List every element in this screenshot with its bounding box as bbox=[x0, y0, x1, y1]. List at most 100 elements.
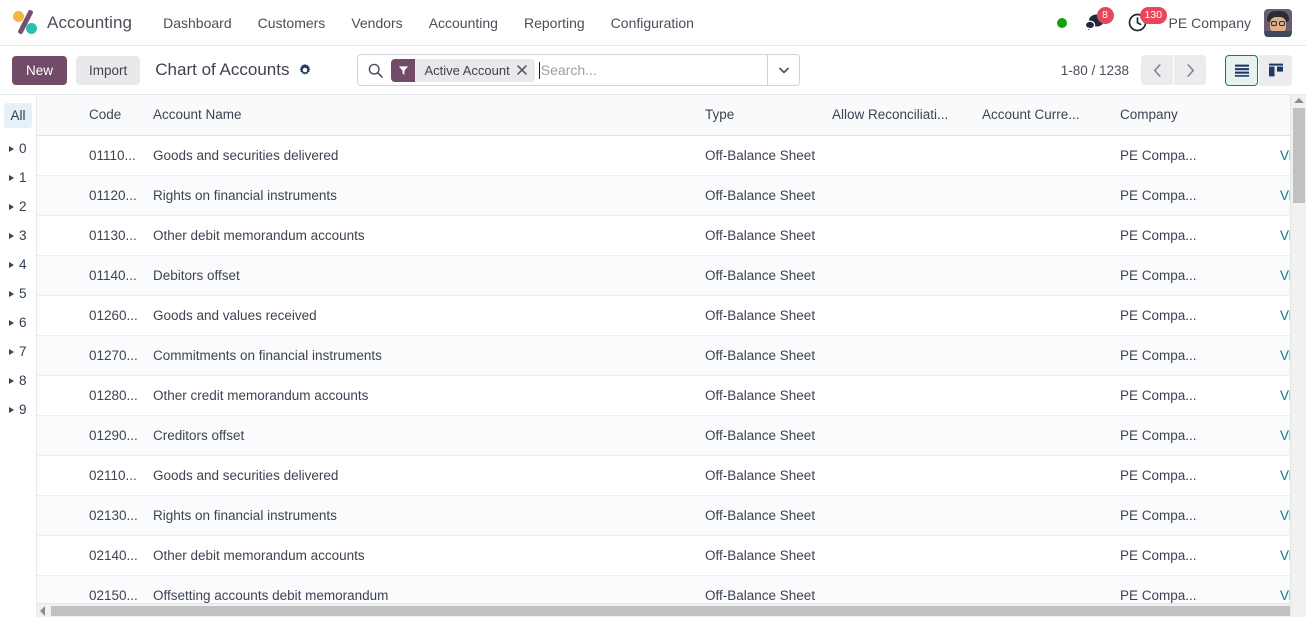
table-row[interactable]: 02130... Rights on financial instruments O… bbox=[37, 495, 1290, 536]
app-name[interactable]: Accounting bbox=[47, 13, 132, 33]
row-select-cell[interactable] bbox=[37, 295, 89, 336]
pager-next-button[interactable] bbox=[1174, 55, 1206, 85]
sidebar-item-9[interactable]: 9 bbox=[0, 395, 36, 424]
cell-view-link[interactable]: View bbox=[1280, 415, 1290, 456]
search-input[interactable] bbox=[539, 62, 768, 78]
table-row[interactable]: 01290... Creditors offset Off-Balance Shee… bbox=[37, 415, 1290, 456]
table-row[interactable]: 01130... Other debit memorandum accounts O… bbox=[37, 215, 1290, 256]
view-link[interactable]: View bbox=[1280, 268, 1290, 283]
view-link[interactable]: View bbox=[1280, 388, 1290, 403]
view-link[interactable]: View bbox=[1280, 548, 1290, 563]
sidebar-item-3[interactable]: 3 bbox=[0, 221, 36, 250]
menu-item-configuration[interactable]: Configuration bbox=[598, 9, 707, 37]
view-link[interactable]: View bbox=[1280, 508, 1290, 523]
scroll-left-arrow-icon[interactable] bbox=[40, 605, 45, 616]
user-avatar[interactable] bbox=[1264, 8, 1292, 37]
table-row[interactable]: 01260... Goods and values received Off-Bal… bbox=[37, 295, 1290, 336]
row-select-cell[interactable] bbox=[37, 255, 89, 296]
column-header-account-name[interactable]: Account Name bbox=[153, 95, 705, 136]
table-row[interactable]: 01270... Commitments on financial instrum… bbox=[37, 335, 1290, 376]
cell-view-link[interactable]: View bbox=[1280, 575, 1290, 603]
table-row[interactable]: 02140... Other debit memorandum accounts O… bbox=[37, 535, 1290, 576]
sidebar-item-label: 4 bbox=[19, 257, 27, 272]
company-switcher[interactable]: PE Company bbox=[1169, 15, 1251, 31]
activities-button[interactable]: 130 bbox=[1128, 7, 1168, 32]
row-select-cell[interactable] bbox=[37, 375, 89, 416]
cell-text: 02140... bbox=[89, 547, 138, 563]
vertical-scrollbar-thumb[interactable] bbox=[1293, 108, 1305, 203]
sidebar-item-2[interactable]: 2 bbox=[0, 192, 36, 221]
sidebar-item-8[interactable]: 8 bbox=[0, 366, 36, 395]
column-header-type[interactable]: Type bbox=[705, 95, 832, 136]
cell-company: PE Compa... bbox=[1120, 575, 1280, 603]
menu-item-customers[interactable]: Customers bbox=[245, 9, 339, 37]
table-row[interactable]: 01120... Rights on financial instruments O… bbox=[37, 175, 1290, 216]
view-link[interactable]: View bbox=[1280, 588, 1290, 603]
view-link[interactable]: View bbox=[1280, 428, 1290, 443]
cell-view-link[interactable]: View bbox=[1280, 535, 1290, 576]
pager-range[interactable]: 1-80 / 1238 bbox=[1061, 63, 1129, 78]
scroll-up-arrow-icon[interactable] bbox=[1293, 98, 1304, 103]
menu-item-reporting[interactable]: Reporting bbox=[511, 9, 598, 37]
column-header-account-currency[interactable]: Account Curre... bbox=[982, 95, 1120, 136]
cell-view-link[interactable]: View bbox=[1280, 135, 1290, 176]
new-button[interactable]: New bbox=[12, 55, 68, 85]
cell-view-link[interactable]: View bbox=[1280, 375, 1290, 416]
cell-view-link[interactable]: View bbox=[1280, 455, 1290, 496]
menu-item-accounting[interactable]: Accounting bbox=[416, 9, 511, 37]
kanban-view-button[interactable] bbox=[1259, 54, 1292, 86]
gear-icon[interactable] bbox=[298, 63, 312, 77]
messages-button[interactable]: 8 bbox=[1084, 7, 1114, 32]
chevron-right-icon bbox=[9, 203, 14, 210]
cell-view-link[interactable]: View bbox=[1280, 295, 1290, 336]
view-link[interactable]: View bbox=[1280, 468, 1290, 483]
row-select-cell[interactable] bbox=[37, 135, 89, 176]
row-select-cell[interactable] bbox=[37, 415, 89, 456]
import-button[interactable]: Import bbox=[76, 55, 141, 85]
odoo-logo[interactable] bbox=[12, 8, 38, 36]
horizontal-scrollbar-thumb[interactable] bbox=[51, 606, 1290, 616]
row-select-cell[interactable] bbox=[37, 455, 89, 496]
sidebar-item-5[interactable]: 5 bbox=[0, 279, 36, 308]
pager-previous-button[interactable] bbox=[1141, 55, 1173, 85]
list-view-button[interactable] bbox=[1225, 54, 1258, 86]
cell-view-link[interactable]: View bbox=[1280, 335, 1290, 376]
table-row[interactable]: 02150... Offsetting accounts debit memora… bbox=[37, 575, 1290, 603]
column-header-allow-reconciliation[interactable]: Allow Reconciliati... bbox=[832, 95, 982, 136]
view-link[interactable]: View bbox=[1280, 308, 1290, 323]
horizontal-scrollbar[interactable] bbox=[37, 603, 1290, 617]
sidebar-item-4[interactable]: 4 bbox=[0, 250, 36, 279]
table-row[interactable]: 02110... Goods and securities delivered Of… bbox=[37, 455, 1290, 496]
menu-item-dashboard[interactable]: Dashboard bbox=[150, 9, 245, 37]
close-x-icon[interactable] bbox=[517, 65, 535, 75]
row-select-cell[interactable] bbox=[37, 535, 89, 576]
row-select-cell[interactable] bbox=[37, 495, 89, 536]
sidebar-item-0[interactable]: 0 bbox=[0, 134, 36, 163]
cell-view-link[interactable]: View bbox=[1280, 215, 1290, 256]
cell-view-link[interactable]: View bbox=[1280, 495, 1290, 536]
view-link[interactable]: View bbox=[1280, 148, 1290, 163]
table-row[interactable]: 01280... Other credit memorandum accounts… bbox=[37, 375, 1290, 416]
row-select-cell[interactable] bbox=[37, 575, 89, 603]
table-row[interactable]: 01110... Goods and securities delivered Of… bbox=[37, 135, 1290, 176]
menu-item-vendors[interactable]: Vendors bbox=[338, 9, 415, 37]
vertical-scrollbar[interactable] bbox=[1290, 95, 1306, 617]
table-row[interactable]: 01140... Debitors offset Off-Balance Sheet… bbox=[37, 255, 1290, 296]
column-header-code[interactable]: Code bbox=[89, 95, 153, 136]
sidebar-item-7[interactable]: 7 bbox=[0, 337, 36, 366]
row-select-cell[interactable] bbox=[37, 335, 89, 376]
cell-view-link[interactable]: View bbox=[1280, 255, 1290, 296]
sidebar-item-all[interactable]: All bbox=[4, 103, 32, 128]
cell-view-link[interactable]: View bbox=[1280, 175, 1290, 216]
sidebar-item-1[interactable]: 1 bbox=[0, 163, 36, 192]
sidebar-item-6[interactable]: 6 bbox=[0, 308, 36, 337]
view-link[interactable]: View bbox=[1280, 348, 1290, 363]
column-header-company[interactable]: Company bbox=[1120, 95, 1280, 136]
view-link[interactable]: View bbox=[1280, 188, 1290, 203]
search-dropdown-toggle[interactable] bbox=[767, 55, 800, 85]
search-facet-active-account[interactable]: Active Account bbox=[391, 58, 535, 82]
account-code-sidebar: All 0 1 2 3 4 5 6 7 8 9 bbox=[0, 95, 37, 617]
row-select-cell[interactable] bbox=[37, 175, 89, 216]
view-link[interactable]: View bbox=[1280, 228, 1290, 243]
row-select-cell[interactable] bbox=[37, 215, 89, 256]
